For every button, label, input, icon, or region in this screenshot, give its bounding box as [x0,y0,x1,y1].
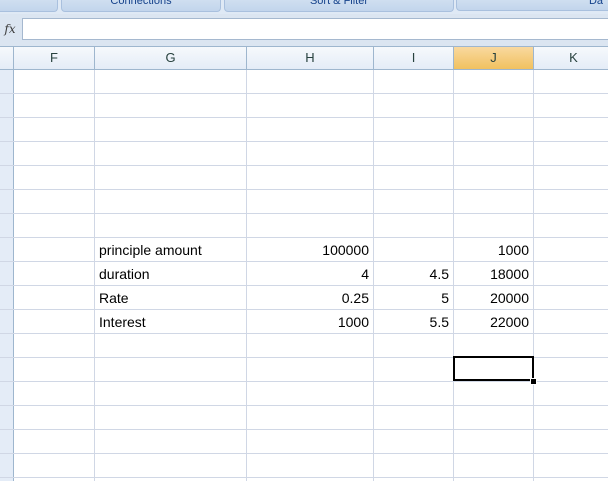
cell-h-duration[interactable]: 4 [247,262,373,285]
gridline [533,70,534,481]
cell-h-principle-amount[interactable]: 100000 [247,238,373,261]
select-all-corner[interactable] [0,47,14,69]
ribbon-group-data-tools[interactable]: Da [456,0,608,11]
gridline [0,189,608,190]
formula-input[interactable] [22,18,608,40]
ribbon-group-strip: Connections Sort & Filter Da [0,0,608,14]
column-header-k[interactable]: K [534,47,608,69]
cell-g-duration[interactable]: duration [95,262,246,285]
cell-j-rate[interactable]: 20000 [454,286,533,309]
gridline [0,333,608,334]
formula-bar: fx [0,14,608,47]
worksheet-grid[interactable]: principle amount 100000 1000 duration 4 … [0,70,608,481]
cell-g-rate[interactable]: Rate [95,286,246,309]
cell-i-rate[interactable]: 5 [374,286,453,309]
cell-i-principle-amount[interactable] [374,238,453,261]
cell-h-interest[interactable]: 1000 [247,310,373,333]
row-header-strip[interactable] [0,70,14,481]
gridline [0,93,608,94]
ribbon-group-sort-filter[interactable]: Sort & Filter [224,0,454,12]
fill-handle[interactable] [530,378,537,385]
gridline [0,213,608,214]
cell-h-rate[interactable]: 0.25 [247,286,373,309]
gridline [0,477,608,478]
gridline [0,165,608,166]
cell-i-interest[interactable]: 5.5 [374,310,453,333]
column-header-g[interactable]: G [95,47,247,69]
gridline [0,429,608,430]
gridline [0,453,608,454]
active-cell[interactable] [453,356,534,381]
cell-j-interest[interactable]: 22000 [454,310,533,333]
cell-i-duration[interactable]: 4.5 [374,262,453,285]
cell-j-principle-amount[interactable]: 1000 [454,238,533,261]
ribbon-group-connections[interactable]: Connections [61,0,221,12]
gridline [0,381,608,382]
cell-g-interest[interactable]: Interest [95,310,246,333]
insert-function-icon[interactable]: fx [2,20,18,38]
column-header-row: F G H I J K [0,47,608,70]
column-header-j[interactable]: J [454,47,534,69]
cell-j-duration[interactable]: 18000 [454,262,533,285]
gridline [0,117,608,118]
ribbon-group-get-external-data[interactable] [0,0,58,12]
cell-g-principle-amount[interactable]: principle amount [95,238,246,261]
gridline [0,405,608,406]
column-header-i[interactable]: I [374,47,454,69]
column-header-f[interactable]: F [14,47,95,69]
column-header-h[interactable]: H [247,47,374,69]
gridline [0,141,608,142]
